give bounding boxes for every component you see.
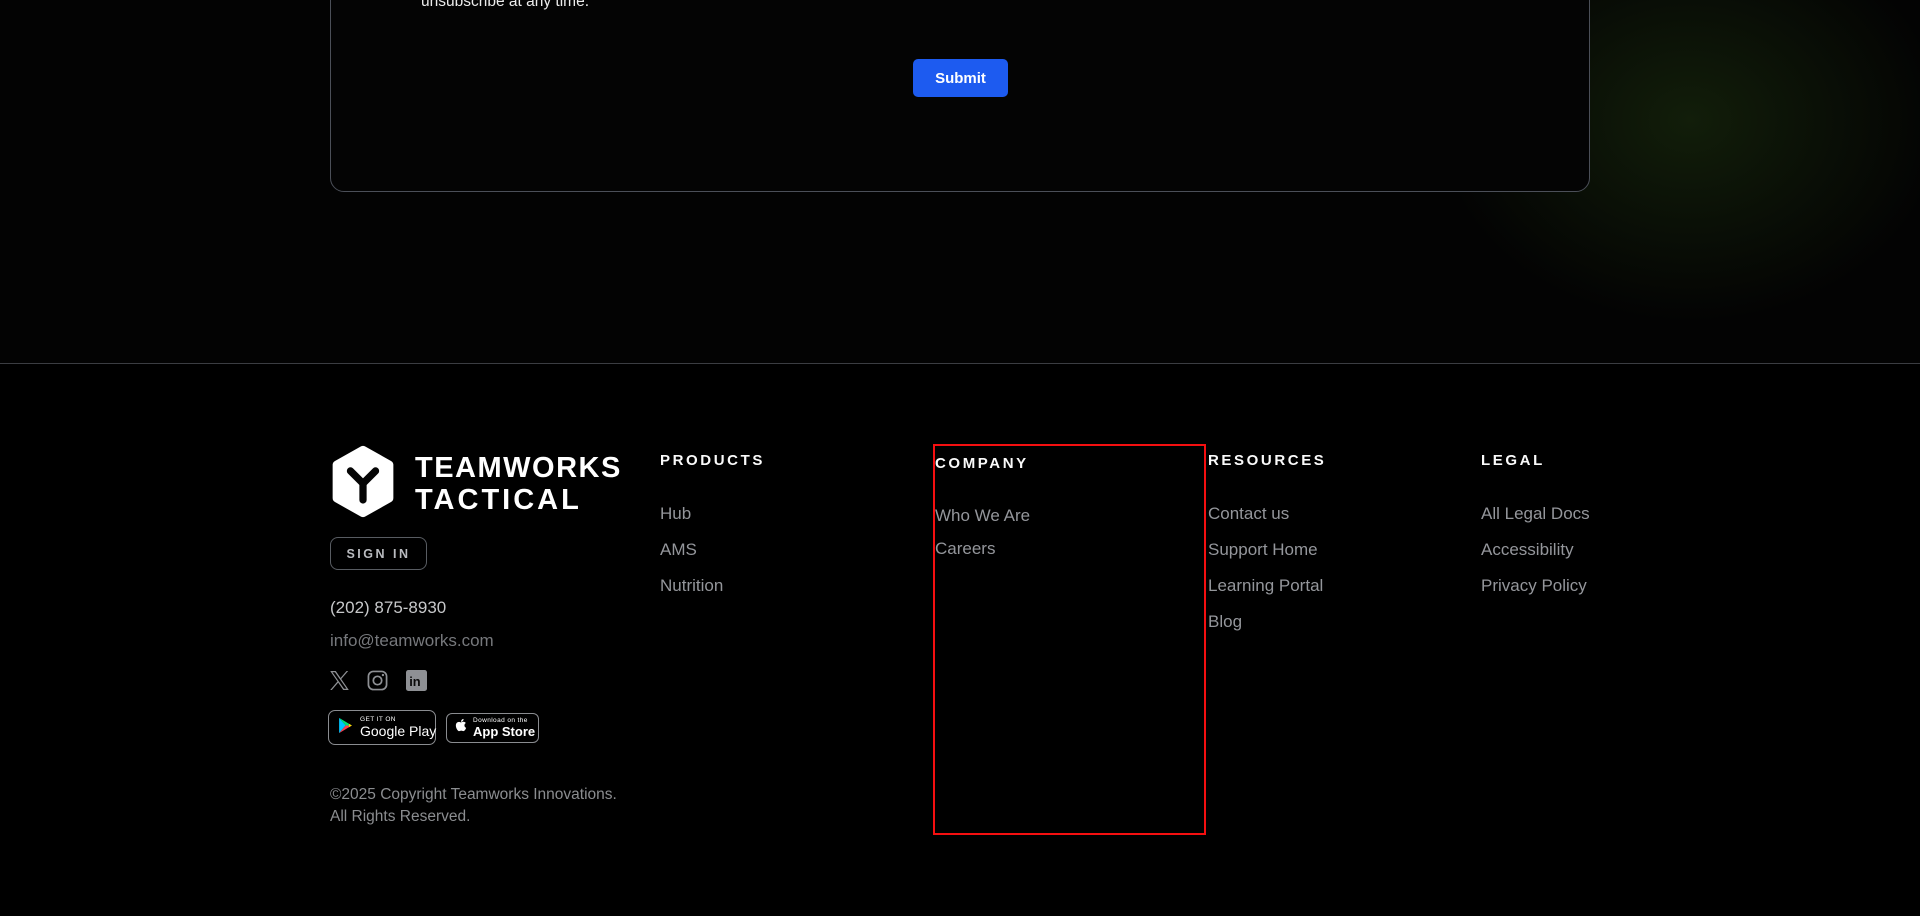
column-heading-products: PRODUCTS: [660, 452, 765, 469]
footer-link-who-we-are[interactable]: Who We Are: [935, 506, 1030, 526]
footer-link-privacy-policy[interactable]: Privacy Policy: [1481, 576, 1587, 596]
unsubscribe-disclaimer: unsubscribe at any time.: [421, 0, 589, 12]
footer-link-learning-portal[interactable]: Learning Portal: [1208, 576, 1323, 596]
page: unsubscribe at any time. Submit TEAMWORK…: [0, 0, 1920, 916]
footer-link-hub[interactable]: Hub: [660, 504, 691, 524]
footer-link-ams[interactable]: AMS: [660, 540, 697, 560]
phone-number[interactable]: (202) 875-8930: [330, 598, 446, 618]
footer: TEAMWORKS TACTICAL SIGN IN (202) 875-893…: [0, 365, 1920, 916]
footer-link-blog[interactable]: Blog: [1208, 612, 1242, 632]
apple-icon: [455, 718, 467, 737]
footer-link-support-home[interactable]: Support Home: [1208, 540, 1318, 560]
brand-line-2: TACTICAL: [415, 484, 622, 516]
brand-line-1: TEAMWORKS: [415, 452, 622, 484]
google-play-badge[interactable]: GET IT ON Google Play: [328, 710, 436, 745]
column-heading-legal: LEGAL: [1481, 452, 1545, 469]
copyright-line-1: ©2025 Copyright Teamworks Innovations.: [330, 784, 617, 806]
column-heading-company: COMPANY: [935, 455, 1029, 472]
social-links: in: [330, 670, 427, 691]
sign-in-button[interactable]: SIGN IN: [330, 537, 427, 570]
copyright-line-2: All Rights Reserved.: [330, 806, 617, 828]
footer-link-all-legal-docs[interactable]: All Legal Docs: [1481, 504, 1590, 524]
footer-link-nutrition[interactable]: Nutrition: [660, 576, 723, 596]
submit-button[interactable]: Submit: [913, 59, 1008, 97]
copyright: ©2025 Copyright Teamworks Innovations. A…: [330, 784, 617, 828]
column-heading-resources: RESOURCES: [1208, 452, 1326, 469]
brand-logo[interactable]: TEAMWORKS TACTICAL: [330, 445, 622, 523]
footer-link-careers[interactable]: Careers: [935, 539, 995, 559]
linkedin-icon[interactable]: in: [406, 670, 427, 691]
email-address[interactable]: info@teamworks.com: [330, 631, 494, 651]
google-play-icon: [338, 717, 353, 739]
footer-link-accessibility[interactable]: Accessibility: [1481, 540, 1574, 560]
brand-wordmark: TEAMWORKS TACTICAL: [415, 452, 622, 516]
footer-link-contact-us[interactable]: Contact us: [1208, 504, 1289, 524]
svg-text:in: in: [409, 674, 421, 689]
instagram-icon[interactable]: [367, 670, 388, 691]
app-store-badge[interactable]: Download on the App Store: [446, 713, 539, 743]
newsletter-form-card: unsubscribe at any time. Submit: [330, 0, 1590, 192]
app-store-name: App Store: [473, 725, 535, 739]
teamworks-hexagon-icon: [330, 445, 396, 523]
app-badges: GET IT ON Google Play Download on the Ap…: [328, 710, 539, 745]
google-play-store-name: Google Play: [360, 724, 436, 739]
newsletter-section: unsubscribe at any time. Submit: [0, 0, 1920, 364]
x-icon[interactable]: [330, 671, 349, 690]
